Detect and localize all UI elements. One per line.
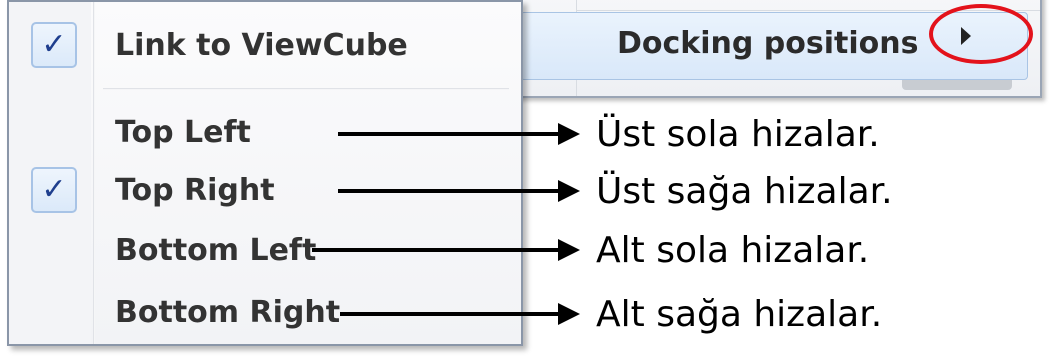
parent-context-menu: Docking positions: [490, 0, 1042, 98]
arrow-right-icon: [558, 303, 580, 325]
menu-item-link-to-viewcube[interactable]: ✓ Link to ViewCube: [9, 18, 521, 74]
annotation-bottom-right: Alt sağa hizalar.: [340, 294, 883, 335]
annotation-text: Alt sola hizalar.: [596, 230, 870, 271]
arrow-line: [340, 312, 560, 316]
arrow-line: [338, 189, 560, 193]
parent-menu-bottom-strip: [902, 80, 1012, 90]
annotation-top-right: Üst sağa hizalar.: [338, 171, 893, 212]
menu-item-label: Bottom Right: [115, 295, 341, 330]
check-glyph: ✓: [41, 172, 67, 207]
menu-item-label: Top Left: [115, 115, 251, 150]
checkmark-icon: ✓: [31, 22, 77, 68]
annotation-text: Üst sağa hizalar.: [596, 171, 893, 212]
annotation-bottom-left: Alt sola hizalar.: [312, 230, 872, 271]
annotation-text: Alt sağa hizalar.: [596, 294, 883, 335]
annotation-text: Üst sola hizalar.: [596, 114, 880, 155]
checkmark-icon: ✓: [31, 167, 77, 213]
arrow-line: [312, 248, 560, 252]
annotation-top-left: Üst sola hizalar.: [338, 114, 880, 155]
menu-item-label: Top Right: [115, 173, 275, 208]
check-glyph: ✓: [41, 27, 67, 62]
menu-separator: [103, 88, 509, 90]
docking-positions-label: Docking positions: [617, 26, 919, 61]
screenshot-stage: Docking positions ✓ Link to ViewCube Top…: [0, 0, 1051, 358]
menu-item-label: Bottom Left: [115, 233, 317, 268]
arrow-line: [338, 132, 560, 136]
red-highlight-circle: [929, 4, 1033, 64]
menu-item-label: Link to ViewCube: [115, 28, 408, 63]
arrow-right-icon: [558, 239, 580, 261]
arrow-right-icon: [558, 123, 580, 145]
arrow-right-icon: [558, 180, 580, 202]
